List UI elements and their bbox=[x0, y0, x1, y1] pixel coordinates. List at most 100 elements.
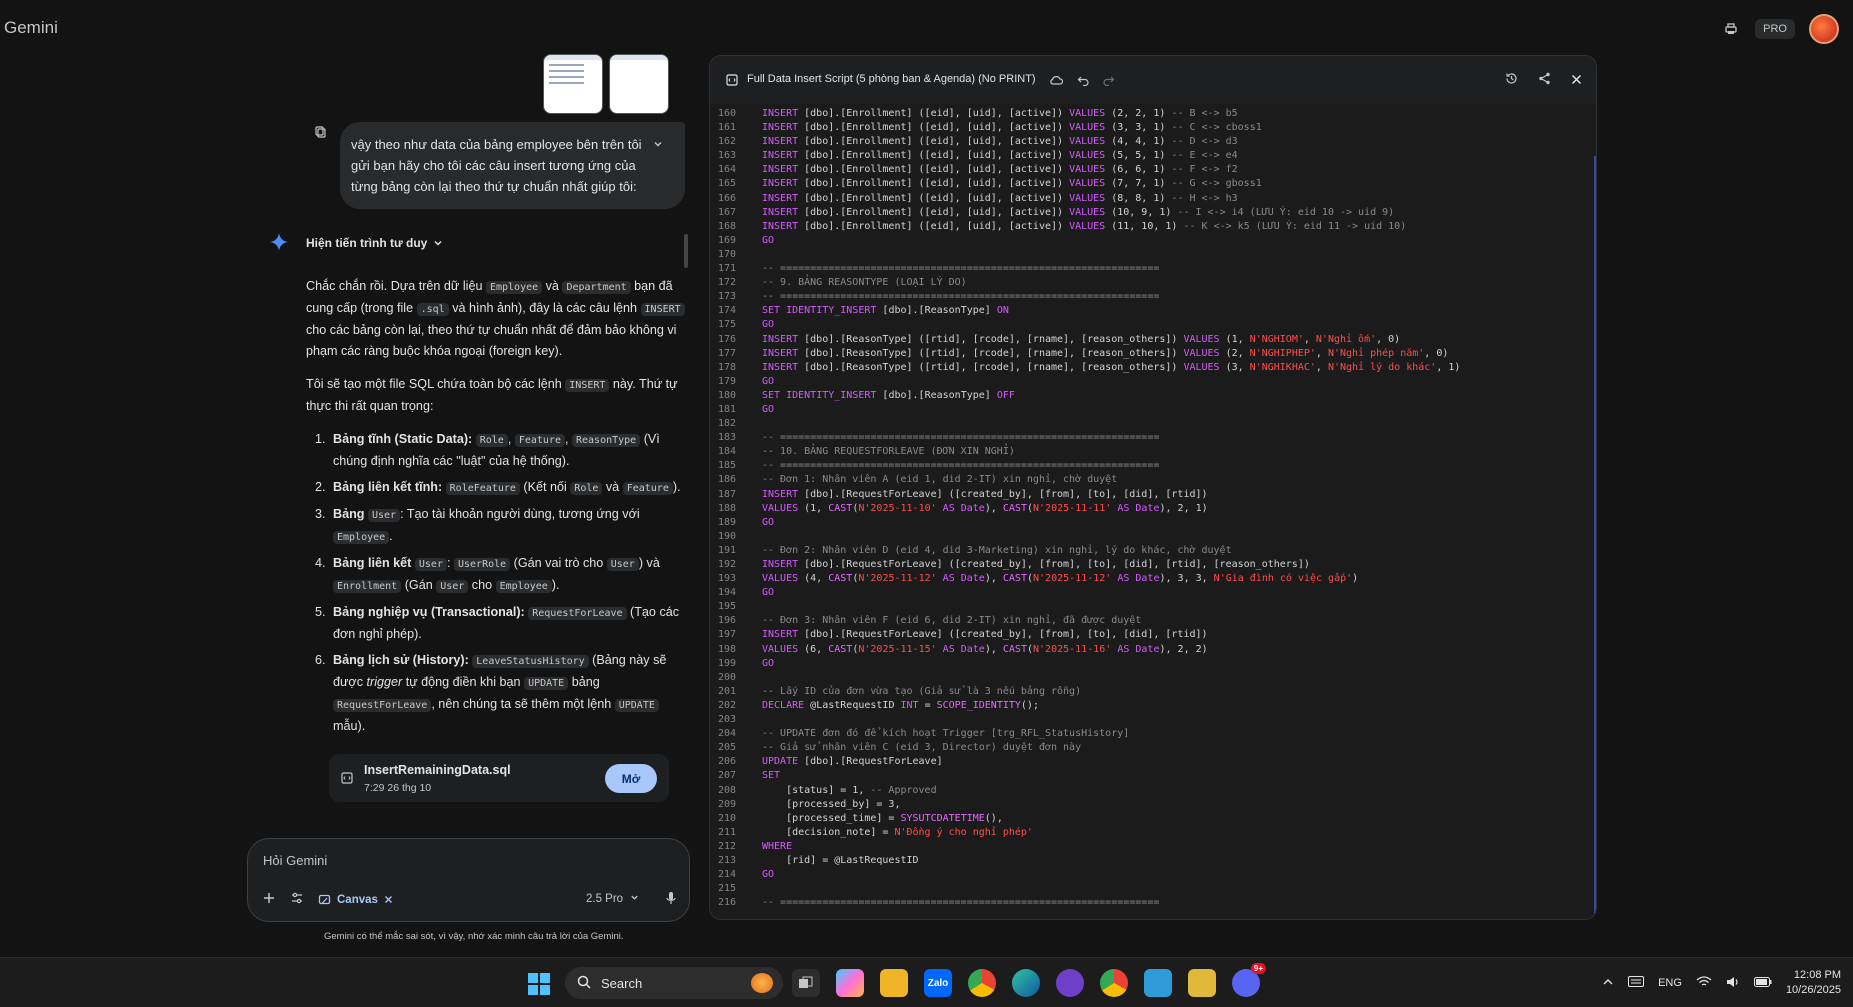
file-explorer-icon[interactable] bbox=[880, 969, 908, 997]
file-card[interactable]: InsertRemainingData.sql 7:29 26 thg 10 M… bbox=[329, 754, 669, 802]
code-line[interactable]: 196 -- Đơn 3: Nhân viên F (eid 6, did 2-I… bbox=[710, 614, 1594, 628]
model-selector[interactable]: 2.5 Pro bbox=[586, 893, 639, 905]
code-line[interactable]: 189 GO bbox=[710, 516, 1594, 530]
code-line[interactable]: 167 INSERT [dbo].[Enrollment] ([eid], [ui… bbox=[710, 206, 1594, 220]
expand-chevron-icon[interactable] bbox=[653, 134, 663, 155]
code-line[interactable]: 172 -- 9. BẢNG REASONTYPE (LOẠI LÝ DO) bbox=[710, 276, 1594, 290]
avatar[interactable] bbox=[1809, 14, 1839, 44]
volume-icon[interactable] bbox=[1726, 976, 1740, 991]
code-line[interactable]: 198 VALUES (6, CAST(N'2025-11-15' AS Date… bbox=[710, 643, 1594, 657]
prompt-input-box[interactable]: Hỏi Gemini Canvas 2.5 Pro bbox=[247, 838, 690, 922]
cloud-save-icon[interactable] bbox=[1049, 73, 1064, 91]
code-line[interactable]: 212 WHERE bbox=[710, 840, 1594, 854]
brand-title[interactable]: Gemini bbox=[4, 18, 58, 38]
code-line[interactable]: 176 INSERT [dbo].[ReasonType] ([rtid], [r… bbox=[710, 333, 1594, 347]
code-line[interactable]: 194 GO bbox=[710, 586, 1594, 600]
chrome-profile-icon[interactable] bbox=[1100, 969, 1128, 997]
code-line[interactable]: 190 bbox=[710, 530, 1594, 544]
edge-icon[interactable] bbox=[1012, 969, 1040, 997]
code-line[interactable]: 171 -- ==================================… bbox=[710, 262, 1594, 276]
code-line[interactable]: 191 -- Đơn 2: Nhân viên D (eid 4, did 3-M… bbox=[710, 544, 1594, 558]
pro-badge[interactable]: PRO bbox=[1755, 19, 1795, 39]
share-icon[interactable] bbox=[1538, 72, 1551, 90]
code-line[interactable]: 177 INSERT [dbo].[ReasonType] ([rtid], [r… bbox=[710, 347, 1594, 361]
code-line[interactable]: 201 -- Lấy ID của đơn vừa tạo (Giả sử là … bbox=[710, 685, 1594, 699]
close-icon[interactable] bbox=[1571, 72, 1582, 90]
close-icon[interactable] bbox=[384, 895, 393, 904]
code-line[interactable]: 168 INSERT [dbo].[Enrollment] ([eid], [ui… bbox=[710, 220, 1594, 234]
code-line[interactable]: 211 [decision_note] = N'Đồng ý cho nghỉ … bbox=[710, 826, 1594, 840]
code-line[interactable]: 170 bbox=[710, 248, 1594, 262]
redo-icon[interactable] bbox=[1103, 73, 1115, 91]
show-thinking-toggle[interactable]: Hiện tiến trình tư duy bbox=[306, 236, 443, 250]
code-line[interactable]: 213 [rid] = @LastRequestID bbox=[710, 854, 1594, 868]
tools-icon[interactable] bbox=[290, 891, 304, 908]
code-line[interactable]: 200 bbox=[710, 671, 1594, 685]
windows-start-icon[interactable] bbox=[528, 973, 550, 1000]
undo-icon[interactable] bbox=[1077, 73, 1089, 91]
zalo-icon[interactable]: Zalo bbox=[924, 969, 952, 997]
code-line[interactable]: 206 UPDATE [dbo].[RequestForLeave] bbox=[710, 755, 1594, 769]
code-line[interactable]: 193 VALUES (4, CAST(N'2025-11-12' AS Date… bbox=[710, 572, 1594, 586]
code-line[interactable]: 199 GO bbox=[710, 657, 1594, 671]
task-view-icon[interactable] bbox=[792, 969, 820, 997]
code-line[interactable]: 187 INSERT [dbo].[RequestForLeave] ([crea… bbox=[710, 488, 1594, 502]
code-line[interactable]: 162 INSERT [dbo].[Enrollment] ([eid], [ui… bbox=[710, 135, 1594, 149]
code-line[interactable]: 203 bbox=[710, 713, 1594, 727]
code-line[interactable]: 166 INSERT [dbo].[Enrollment] ([eid], [ui… bbox=[710, 192, 1594, 206]
history-icon[interactable] bbox=[1505, 72, 1518, 90]
keyboard-icon[interactable] bbox=[1628, 976, 1645, 990]
attached-image-thumbnail[interactable] bbox=[543, 54, 603, 114]
clock[interactable]: 12:08 PM 10/26/2025 bbox=[1786, 968, 1841, 998]
canvas-chip[interactable]: Canvas bbox=[318, 893, 393, 906]
code-line[interactable]: 180 SET IDENTITY_INSERT [dbo].[ReasonType… bbox=[710, 389, 1594, 403]
code-line[interactable]: 183 -- ==================================… bbox=[710, 431, 1594, 445]
code-line[interactable]: 202 DECLARE @LastRequestID INT = SCOPE_ID… bbox=[710, 699, 1594, 713]
code-line[interactable]: 181 GO bbox=[710, 403, 1594, 417]
attached-image-thumbnail[interactable] bbox=[609, 54, 669, 114]
chrome-icon[interactable] bbox=[968, 969, 996, 997]
code-line[interactable]: 195 bbox=[710, 600, 1594, 614]
copilot-icon[interactable] bbox=[836, 969, 864, 997]
code-line[interactable]: 209 [processed_by] = 3, bbox=[710, 798, 1594, 812]
dev-tool-icon[interactable] bbox=[1188, 969, 1216, 997]
code-editor[interactable]: 160 INSERT [dbo].[Enrollment] ([eid], [ui… bbox=[710, 107, 1594, 917]
microphone-icon[interactable] bbox=[665, 891, 677, 910]
code-line[interactable]: 160 INSERT [dbo].[Enrollment] ([eid], [ui… bbox=[710, 107, 1594, 121]
code-line[interactable]: 185 -- ==================================… bbox=[710, 459, 1594, 473]
open-file-button[interactable]: Mở bbox=[605, 764, 657, 793]
code-line[interactable]: 216 -- ==================================… bbox=[710, 896, 1594, 910]
code-line[interactable]: 204 -- UPDATE đơn đó để kích hoạt Trigger… bbox=[710, 727, 1594, 741]
code-line[interactable]: 210 [processed_time] = SYSUTCDATETIME(), bbox=[710, 812, 1594, 826]
code-line[interactable]: 165 INSERT [dbo].[Enrollment] ([eid], [ui… bbox=[710, 177, 1594, 191]
github-desktop-icon[interactable] bbox=[1056, 969, 1084, 997]
code-line[interactable]: 184 -- 10. BẢNG REQUESTFORLEAVE (ĐƠN XIN … bbox=[710, 445, 1594, 459]
discord-icon[interactable]: 9+ bbox=[1232, 963, 1266, 997]
print-icon[interactable] bbox=[1721, 19, 1741, 39]
code-line[interactable]: 169 GO bbox=[710, 234, 1594, 248]
code-line[interactable]: 175 GO bbox=[710, 318, 1594, 332]
wifi-icon[interactable] bbox=[1696, 975, 1712, 991]
code-line[interactable]: 205 -- Giả sử nhân viên C (eid 3, Directo… bbox=[710, 741, 1594, 755]
notepad-icon[interactable] bbox=[1144, 969, 1172, 997]
code-line[interactable]: 173 -- ==================================… bbox=[710, 290, 1594, 304]
language-indicator[interactable]: ENG bbox=[1658, 977, 1682, 989]
copy-icon[interactable] bbox=[315, 125, 327, 143]
taskbar-search[interactable]: Search bbox=[565, 967, 783, 999]
chevron-up-icon[interactable] bbox=[1602, 977, 1614, 990]
prompt-input[interactable]: Hỏi Gemini bbox=[263, 853, 327, 868]
code-line[interactable]: 208 [status] = 1, -- Approved bbox=[710, 784, 1594, 798]
code-line[interactable]: 197 INSERT [dbo].[RequestForLeave] ([crea… bbox=[710, 628, 1594, 642]
code-line[interactable]: 164 INSERT [dbo].[Enrollment] ([eid], [ui… bbox=[710, 163, 1594, 177]
chat-scrollbar[interactable] bbox=[684, 234, 688, 268]
code-line[interactable]: 215 bbox=[710, 882, 1594, 896]
code-line[interactable]: 207 SET bbox=[710, 769, 1594, 783]
code-line[interactable]: 188 VALUES (1, CAST(N'2025-11-10' AS Date… bbox=[710, 502, 1594, 516]
code-line[interactable]: 174 SET IDENTITY_INSERT [dbo].[ReasonType… bbox=[710, 304, 1594, 318]
add-icon[interactable] bbox=[262, 891, 276, 908]
code-line[interactable]: 186 -- Đơn 1: Nhân viên A (eid 1, did 2-I… bbox=[710, 473, 1594, 487]
code-line[interactable]: 179 GO bbox=[710, 375, 1594, 389]
code-line[interactable]: 163 INSERT [dbo].[Enrollment] ([eid], [ui… bbox=[710, 149, 1594, 163]
code-line[interactable]: 182 bbox=[710, 417, 1594, 431]
code-line[interactable]: 161 INSERT [dbo].[Enrollment] ([eid], [ui… bbox=[710, 121, 1594, 135]
